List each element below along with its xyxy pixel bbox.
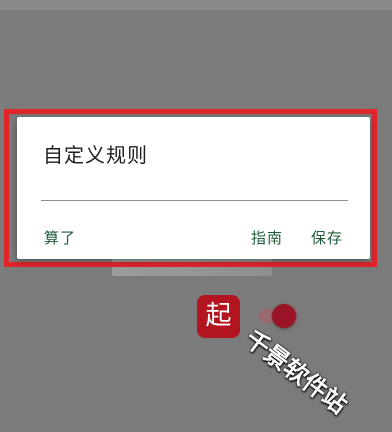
save-button[interactable]: 保存 — [311, 227, 343, 248]
watermark: 千景软件站 — [239, 324, 353, 420]
toggle-thumb[interactable] — [272, 304, 296, 328]
dialog-title: 自定义规则 — [43, 143, 148, 167]
cancel-button[interactable]: 算了 — [44, 227, 76, 248]
guide-button[interactable]: 指南 — [251, 227, 283, 248]
custom-rule-dialog: 自定义规则 算了 指南 保存 — [17, 117, 370, 259]
status-bar-strip — [0, 0, 392, 10]
rule-input-field[interactable] — [41, 200, 348, 201]
app-icon[interactable]: 起 — [197, 295, 240, 338]
